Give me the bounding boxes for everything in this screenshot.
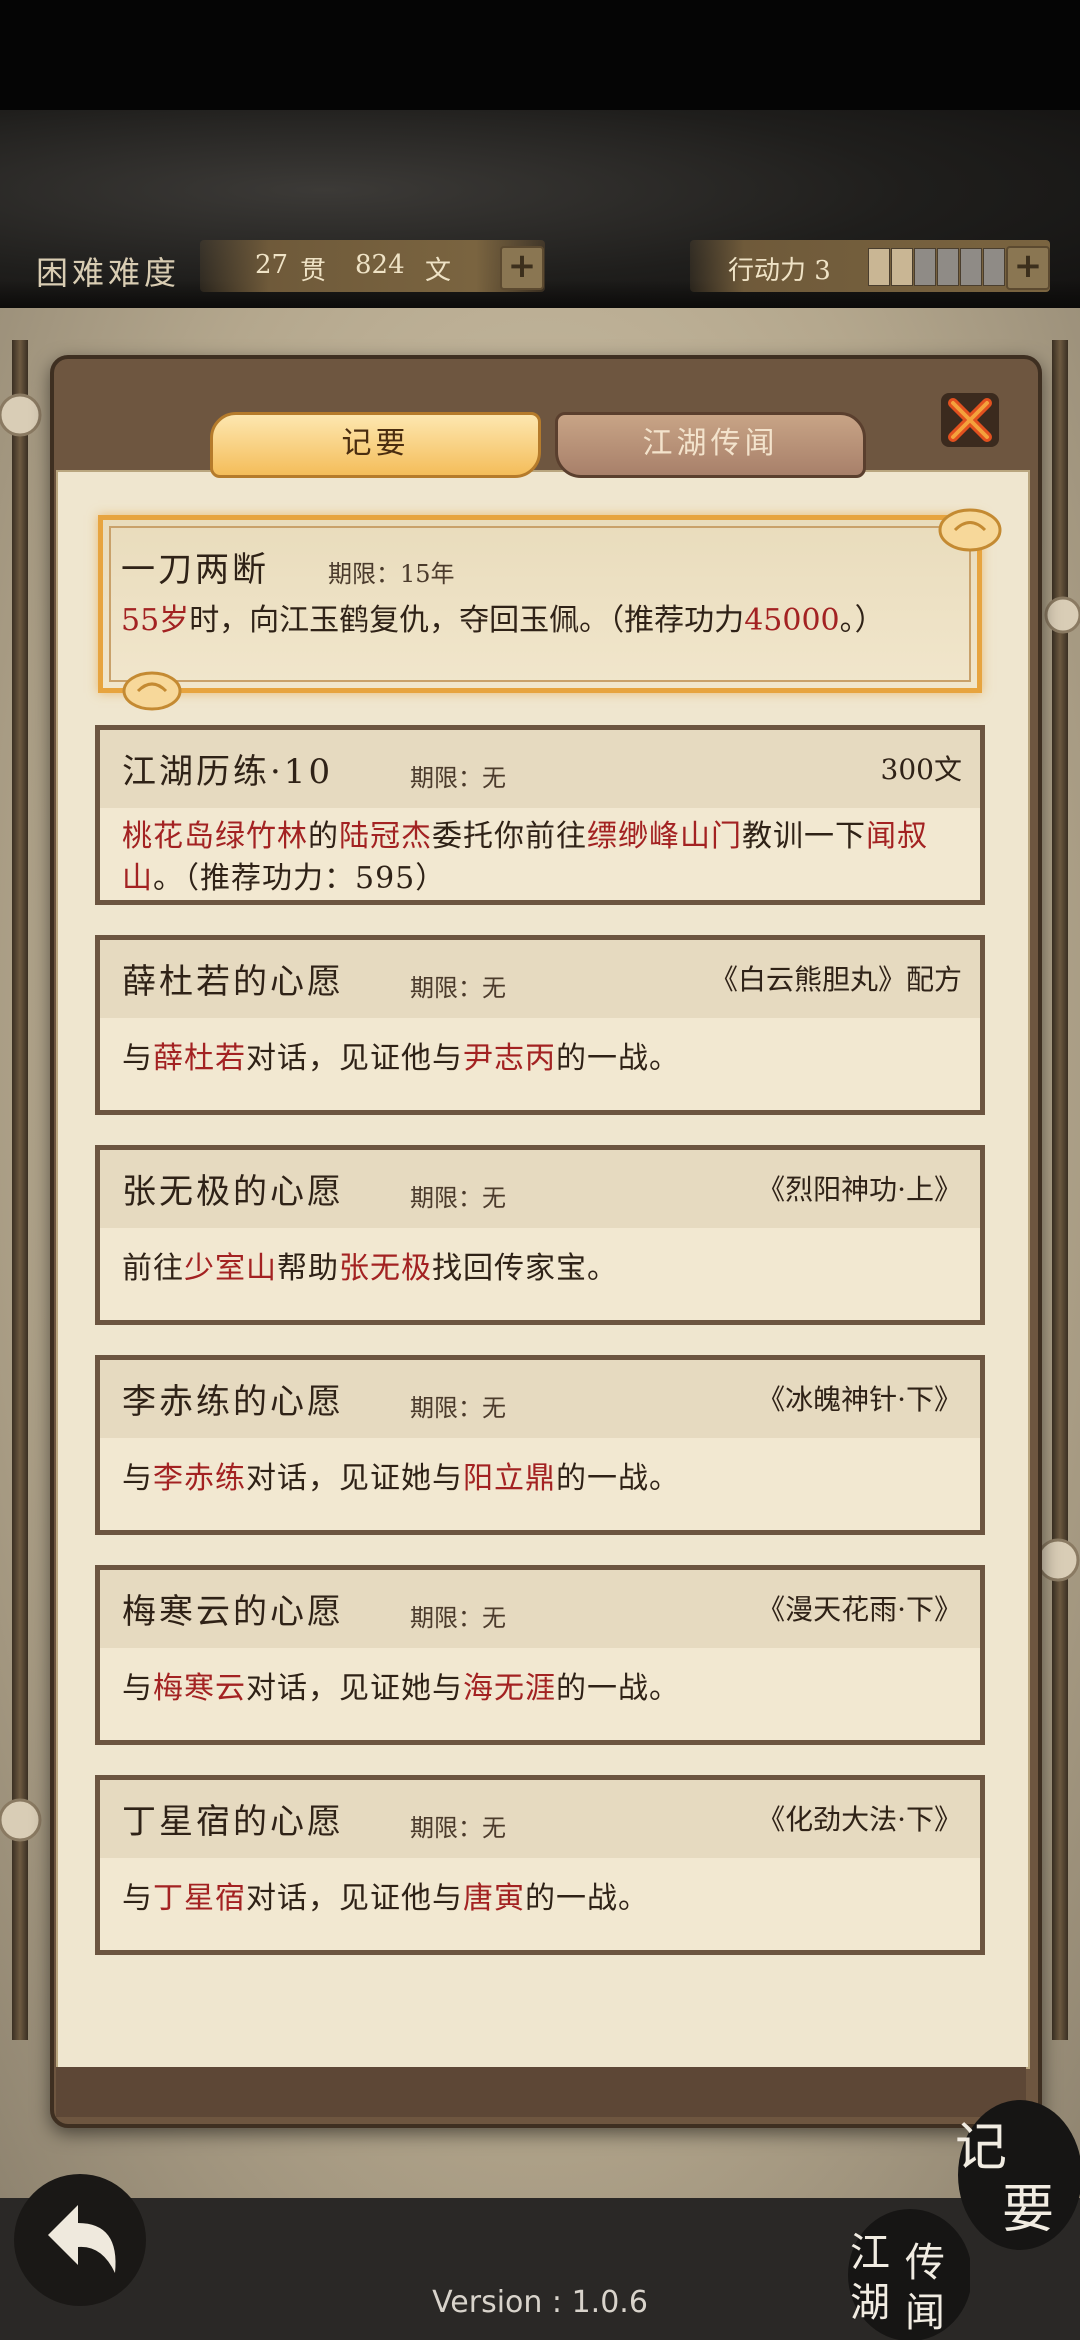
action-point-segment (937, 248, 959, 286)
quest-deadline: 期限：无 (410, 1184, 506, 1212)
add-action-points-button[interactable]: + (1006, 246, 1050, 290)
quest-reward: 《化劲大法·下》 (757, 1803, 962, 1836)
desc-highlight: 少室山 (184, 1251, 277, 1286)
desc-text: 帮助 (277, 1251, 339, 1286)
difficulty-label: 困难难度 (36, 254, 181, 292)
desc-text: 前往 (122, 1251, 184, 1286)
left-pillar (12, 340, 28, 2040)
close-icon[interactable] (935, 385, 1005, 455)
quest-title: 薛杜若的心愿 (122, 962, 344, 1002)
quest-deadline: 期限：无 (410, 1394, 506, 1422)
action-points-label: 行动力 3 (728, 256, 831, 286)
desc-text: 。） (839, 603, 885, 638)
money-guan-value: 27 (255, 250, 289, 280)
desc-text: 的 (308, 819, 339, 854)
desc-text: 与 (122, 1881, 153, 1916)
quest-reward: 300文 (880, 753, 962, 786)
desc-text: 对话，见证他与 (246, 1881, 463, 1916)
desc-highlight: 55岁 (121, 603, 190, 638)
desc-text: 。（推荐功力：595） (153, 861, 447, 896)
quest-description: 与薛杜若对话，见证他与尹志丙的一战。 (122, 1038, 960, 1080)
desc-highlight: 唐寅 (463, 1881, 525, 1916)
desc-highlight: 张无极 (339, 1251, 432, 1286)
quest-card[interactable]: 江湖历练·10 期限：无 300文 桃花岛绿竹林的陆冠杰委托你前往缥缈峰山门教训… (95, 725, 985, 905)
desc-text: 与 (122, 1461, 153, 1496)
desc-highlight: 缥缈峰山门 (587, 819, 742, 854)
quest-card[interactable]: 薛杜若的心愿 期限：无 《白云熊胆丸》配方 与薛杜若对话，见证他与尹志丙的一战。 (95, 935, 985, 1115)
action-point-segment (868, 248, 890, 286)
tab-jiyao[interactable]: 记要 (210, 412, 541, 478)
desc-highlight: 尹志丙 (463, 1041, 556, 1076)
desc-highlight: 海无涯 (463, 1671, 556, 1706)
action-point-segment (983, 248, 1005, 286)
quest-card[interactable]: 丁星宿的心愿 期限：无 《化劲大法·下》 与丁星宿对话，见证他与唐寅的一战。 (95, 1775, 985, 1955)
action-point-segment (891, 248, 913, 286)
desc-highlight: 李赤练 (153, 1461, 246, 1496)
quest-title: 李赤练的心愿 (122, 1382, 344, 1422)
desc-text: 与 (122, 1671, 153, 1706)
money-wen-value: 824 (355, 250, 405, 280)
desc-highlight: 45000 (744, 603, 840, 638)
featured-quest-deadline: 期限：15年 (328, 560, 455, 588)
seal-char: 要 (1002, 2180, 1055, 2240)
money-wen-unit: 文 (425, 256, 452, 286)
desc-highlight: 桃花岛绿竹林 (122, 819, 308, 854)
desc-text: 与 (122, 1041, 153, 1076)
quest-card[interactable]: 李赤练的心愿 期限：无 《冰魄神针·下》 与李赤练对话，见证她与阳立鼎的一战。 (95, 1355, 985, 1535)
quest-deadline: 期限：无 (410, 974, 506, 1002)
desc-text: 的一战。 (525, 1881, 649, 1916)
cloud-ornament-icon (122, 671, 182, 711)
status-bar-area (0, 0, 1080, 110)
quest-deadline: 期限：无 (410, 1814, 506, 1842)
quest-description: 桃花岛绿竹林的陆冠杰委托你前往缥缈峰山门教训一下闻叔山。（推荐功力：595） (122, 816, 960, 900)
action-point-segment (960, 248, 982, 286)
add-money-button[interactable]: + (500, 246, 544, 290)
desc-highlight: 陆冠杰 (339, 819, 432, 854)
desc-text: 委托你前往 (432, 819, 587, 854)
quest-title: 张无极的心愿 (122, 1172, 344, 1212)
quest-description: 与李赤练对话，见证她与阳立鼎的一战。 (122, 1458, 960, 1500)
seal-char: 记 (955, 2118, 1008, 2178)
desc-highlight: 薛杜若 (153, 1041, 246, 1076)
desc-highlight: 丁星宿 (153, 1881, 246, 1916)
desc-text: 教训一下 (742, 819, 866, 854)
action-points-display: 行动力 3 (690, 240, 1050, 292)
tab-jianghu-chuanwen[interactable]: 江湖传闻 (555, 412, 866, 478)
action-point-segment (914, 248, 936, 286)
desc-text: 的一战。 (556, 1041, 680, 1076)
desc-text: 的一战。 (556, 1671, 680, 1706)
desc-highlight: 梅寒云 (153, 1671, 246, 1706)
money-guan-unit: 贯 (300, 256, 327, 286)
money-display: 27 贯 824 文 (200, 240, 545, 292)
quest-description: 与梅寒云对话，见证她与海无涯的一战。 (122, 1668, 960, 1710)
quest-reward: 《漫天花雨·下》 (757, 1593, 962, 1626)
quest-description: 与丁星宿对话，见证他与唐寅的一战。 (122, 1878, 960, 1920)
quest-reward: 《白云熊胆丸》配方 (709, 963, 962, 996)
cloud-ornament-icon (0, 1798, 42, 1842)
desc-text: 的一战。 (556, 1461, 680, 1496)
desc-text: 时，向江玉鹤复仇，夺回玉佩。（推荐功力 (189, 603, 745, 638)
featured-quest-description: 55岁时，向江玉鹤复仇，夺回玉佩。（推荐功力45000。） (121, 600, 961, 642)
cloud-ornament-icon (938, 508, 1002, 552)
quest-deadline: 期限：无 (410, 1604, 506, 1632)
version-label: Version : 1.0.6 (432, 2285, 648, 2320)
desc-highlight: 阳立鼎 (463, 1461, 556, 1496)
quest-description: 前往少室山帮助张无极找回传家宝。 (122, 1248, 960, 1290)
quest-deadline: 期限：无 (410, 764, 506, 792)
desc-text: 找回传家宝。 (432, 1251, 618, 1286)
featured-quest-card[interactable]: 一刀两断 期限：15年 55岁时，向江玉鹤复仇，夺回玉佩。（推荐功力45000。… (98, 515, 982, 693)
desc-text: 对话，见证她与 (246, 1671, 463, 1706)
quest-card[interactable]: 张无极的心愿 期限：无 《烈阳神功·上》 前往少室山帮助张无极找回传家宝。 (95, 1145, 985, 1325)
panel-bottom-rail (56, 2067, 1026, 2117)
desc-text: 对话，见证她与 (246, 1461, 463, 1496)
quest-reward: 《烈阳神功·上》 (757, 1173, 962, 1206)
quest-reward: 《冰魄神针·下》 (757, 1383, 962, 1416)
featured-quest-title: 一刀两断 (121, 550, 269, 590)
quest-title: 丁星宿的心愿 (122, 1802, 344, 1842)
quest-card[interactable]: 梅寒云的心愿 期限：无 《漫天花雨·下》 与梅寒云对话，见证她与海无涯的一战。 (95, 1565, 985, 1745)
quest-title: 江湖历练·10 (122, 752, 334, 792)
desc-text: 对话，见证他与 (246, 1041, 463, 1076)
quest-title: 梅寒云的心愿 (122, 1592, 344, 1632)
